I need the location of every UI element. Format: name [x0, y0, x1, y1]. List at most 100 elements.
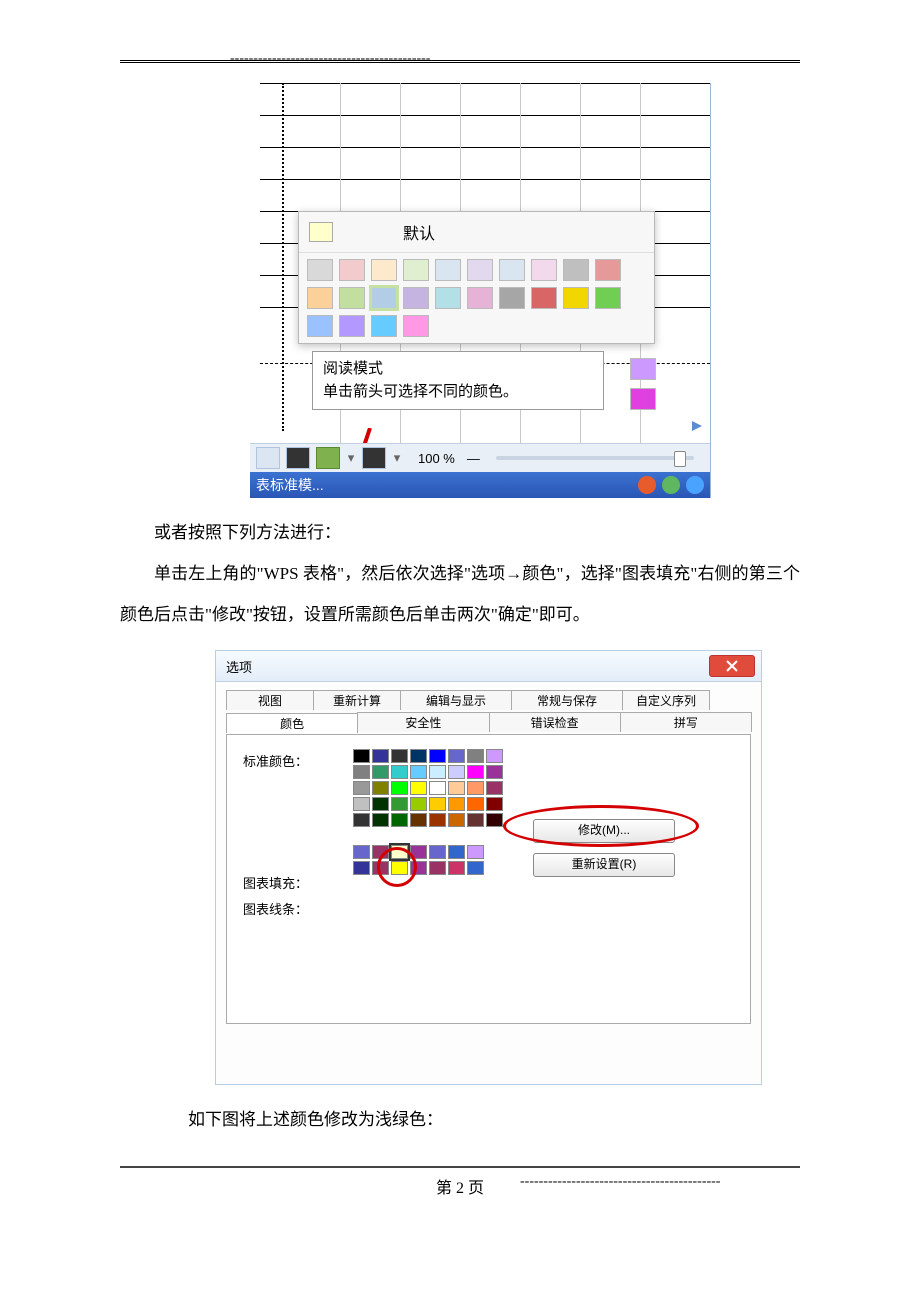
color-swatch[interactable]: [448, 781, 465, 795]
color-swatch[interactable]: [403, 287, 429, 309]
color-swatch[interactable]: [448, 861, 465, 875]
color-swatch[interactable]: [372, 813, 389, 827]
color-swatch[interactable]: [371, 315, 397, 337]
color-swatch[interactable]: [410, 845, 427, 859]
color-swatch[interactable]: [448, 765, 465, 779]
color-swatch[interactable]: [339, 315, 365, 337]
color-swatch[interactable]: [563, 287, 589, 309]
color-swatch[interactable]: [339, 259, 365, 281]
color-swatch[interactable]: [448, 845, 465, 859]
color-swatch[interactable]: [353, 845, 370, 859]
color-swatch[interactable]: [307, 315, 333, 337]
view-normal-button[interactable]: [256, 447, 280, 469]
color-swatch[interactable]: [499, 287, 525, 309]
color-swatch[interactable]: [353, 797, 370, 811]
color-swatch[interactable]: [448, 813, 465, 827]
tab-4[interactable]: 自定义序列: [622, 690, 710, 710]
tab-2[interactable]: 编辑与显示: [400, 690, 512, 710]
color-swatch[interactable]: [467, 813, 484, 827]
color-swatch[interactable]: [486, 781, 503, 795]
color-swatch[interactable]: [403, 259, 429, 281]
color-swatch[interactable]: [467, 797, 484, 811]
color-swatch[interactable]: [391, 813, 408, 827]
color-swatch[interactable]: [372, 845, 389, 859]
default-color-row[interactable]: 默认: [299, 212, 654, 253]
color-swatch[interactable]: [307, 287, 333, 309]
color-swatch[interactable]: [486, 813, 503, 827]
tab-0[interactable]: 视图: [226, 690, 314, 710]
color-swatch[interactable]: [435, 287, 461, 309]
color-swatch[interactable]: [371, 287, 397, 309]
color-swatch[interactable]: [448, 749, 465, 763]
color-swatch[interactable]: [410, 813, 427, 827]
tab2-1[interactable]: 安全性: [357, 712, 489, 732]
color-swatch[interactable]: [429, 765, 446, 779]
color-swatch[interactable]: [531, 287, 557, 309]
color-swatch[interactable]: [372, 749, 389, 763]
reading-mode-button[interactable]: [316, 447, 340, 469]
color-swatch[interactable]: [410, 797, 427, 811]
color-swatch[interactable]: [410, 861, 427, 875]
view-page-button[interactable]: [286, 447, 310, 469]
tray-icon[interactable]: [686, 476, 704, 494]
color-swatch[interactable]: [531, 259, 557, 281]
color-picker-popup[interactable]: 默认: [298, 211, 655, 344]
color-swatch[interactable]: [467, 765, 484, 779]
tab2-3[interactable]: 拼写: [620, 712, 752, 732]
zoom-slider[interactable]: [496, 456, 694, 460]
color-swatch[interactable]: [391, 797, 408, 811]
color-swatch[interactable]: [595, 287, 621, 309]
color-swatch[interactable]: [410, 749, 427, 763]
color-swatch[interactable]: [467, 259, 493, 281]
color-swatch[interactable]: [448, 797, 465, 811]
color-swatch[interactable]: [499, 259, 525, 281]
color-swatch[interactable]: [353, 781, 370, 795]
color-swatch[interactable]: [391, 845, 408, 859]
color-swatch[interactable]: [353, 749, 370, 763]
color-swatch[interactable]: [429, 781, 446, 795]
color-swatch[interactable]: [410, 781, 427, 795]
color-swatch[interactable]: [429, 813, 446, 827]
color-swatch[interactable]: [630, 388, 656, 410]
color-swatch[interactable]: [486, 765, 503, 779]
tab2-2[interactable]: 错误检查: [489, 712, 621, 732]
color-swatch[interactable]: [307, 259, 333, 281]
modify-button[interactable]: 修改(M)...: [533, 819, 675, 843]
color-swatch[interactable]: [467, 749, 484, 763]
color-swatch[interactable]: [353, 861, 370, 875]
tray-icon[interactable]: [662, 476, 680, 494]
color-swatch[interactable]: [429, 861, 446, 875]
color-swatch[interactable]: [429, 749, 446, 763]
color-swatch[interactable]: [429, 797, 446, 811]
dropdown-arrow-icon[interactable]: ▾: [392, 450, 402, 466]
color-swatch[interactable]: [353, 765, 370, 779]
color-swatch[interactable]: [467, 287, 493, 309]
color-swatch[interactable]: [372, 861, 389, 875]
reset-button[interactable]: 重新设置(R): [533, 853, 675, 877]
color-swatch[interactable]: [391, 781, 408, 795]
color-swatch[interactable]: [391, 861, 408, 875]
color-swatch[interactable]: [371, 259, 397, 281]
dropdown-arrow-icon[interactable]: ▾: [346, 450, 356, 466]
color-swatch[interactable]: [429, 845, 446, 859]
color-swatch[interactable]: [486, 749, 503, 763]
color-swatch[interactable]: [339, 287, 365, 309]
default-swatch[interactable]: [309, 222, 333, 242]
color-swatch[interactable]: [410, 765, 427, 779]
color-swatch[interactable]: [372, 781, 389, 795]
tab-1[interactable]: 重新计算: [313, 690, 401, 710]
close-button[interactable]: [709, 655, 755, 677]
color-swatch[interactable]: [391, 749, 408, 763]
color-swatch[interactable]: [467, 781, 484, 795]
color-swatch[interactable]: [391, 765, 408, 779]
color-swatch[interactable]: [372, 797, 389, 811]
zoom-thumb[interactable]: [674, 451, 686, 467]
color-swatch[interactable]: [630, 358, 656, 380]
color-swatch[interactable]: [595, 259, 621, 281]
color-swatch[interactable]: [353, 813, 370, 827]
view-other-button[interactable]: [362, 447, 386, 469]
scroll-right-icon[interactable]: [690, 419, 704, 433]
color-swatch[interactable]: [467, 861, 484, 875]
color-swatch[interactable]: [403, 315, 429, 337]
color-swatch[interactable]: [467, 845, 484, 859]
